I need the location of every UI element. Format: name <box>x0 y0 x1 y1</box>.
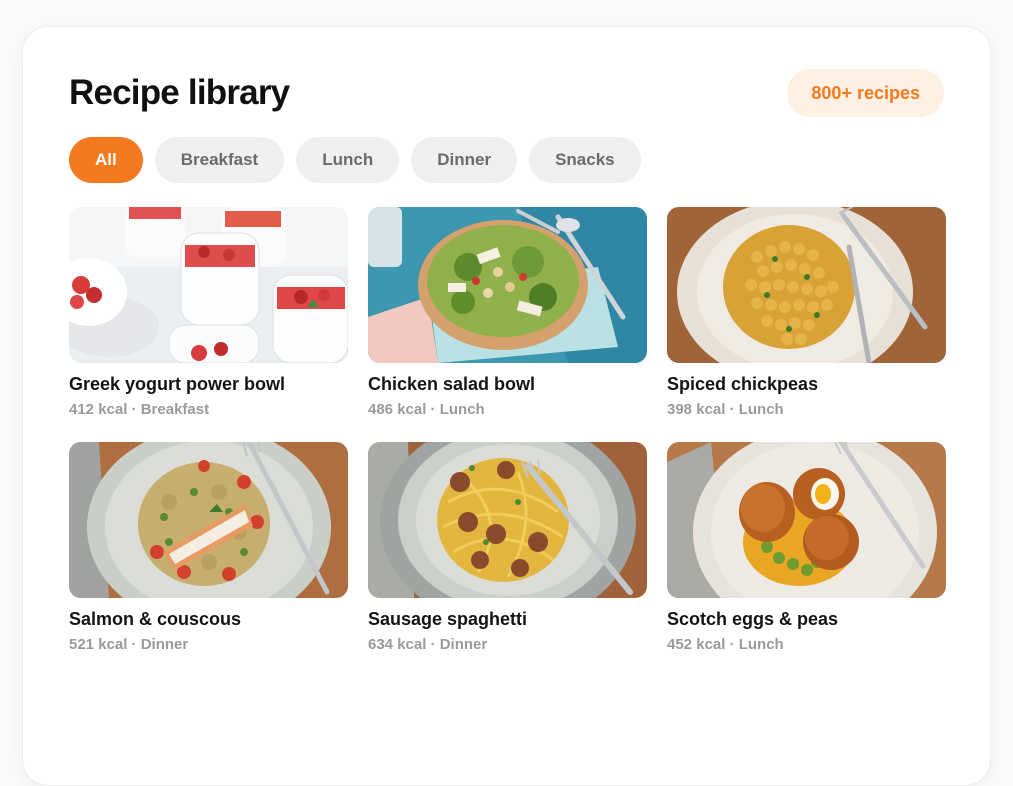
header: Recipe library 800+ recipes <box>69 69 944 117</box>
yogurt-parfait-photo <box>69 207 348 363</box>
chicken-salad-photo <box>368 207 647 363</box>
filter-chip-lunch[interactable]: Lunch <box>296 137 400 183</box>
recipe-name: Chicken salad bowl <box>368 374 536 394</box>
recipe-card[interactable]: Spiced chickpeas 398 kcal · Lunch <box>667 207 946 418</box>
scotch-eggs-photo <box>667 442 946 598</box>
recipe-name: Sausage spaghetti <box>368 609 528 629</box>
recipe-name: Salmon & couscous <box>69 609 242 629</box>
filter-chip-dinner[interactable]: Dinner <box>411 137 518 183</box>
recipe-library-card: Recipe library 800+ recipes All Breakfas… <box>22 26 991 786</box>
recipe-meta: 634 kcal · Dinner <box>368 636 488 653</box>
category-filter-chips: All Breakfast Lunch Dinner Snacks <box>69 137 641 183</box>
recipe-meta: 398 kcal · Lunch <box>667 401 784 418</box>
recipe-name: Greek yogurt power bowl <box>69 374 286 394</box>
recipe-name: Spiced chickpeas <box>667 374 819 394</box>
filter-chip-snacks[interactable]: Snacks <box>529 137 641 183</box>
page-title: Recipe library <box>69 73 290 112</box>
recipe-meta: 486 kcal · Lunch <box>368 401 485 418</box>
salmon-couscous-photo <box>69 442 348 598</box>
recipe-card[interactable]: Chicken salad bowl 486 kcal · Lunch <box>368 207 647 418</box>
chickpeas-photo <box>667 207 946 363</box>
recipe-name: Scotch eggs & peas <box>667 609 839 629</box>
recipe-meta: 412 kcal · Breakfast <box>69 401 210 418</box>
filter-chip-breakfast[interactable]: Breakfast <box>154 137 285 183</box>
recipe-grid: Greek yogurt power bowl 412 kcal · Break… <box>69 207 946 653</box>
recipe-card[interactable]: Salmon & couscous 521 kcal · Dinner <box>69 442 348 653</box>
sausage-spaghetti-photo <box>368 442 647 598</box>
recipe-card[interactable]: Scotch eggs & peas 452 kcal · Lunch <box>667 442 946 653</box>
recipe-meta: 521 kcal · Dinner <box>69 636 189 653</box>
recipe-meta: 452 kcal · Lunch <box>667 636 784 653</box>
recipe-card[interactable]: Sausage spaghetti 634 kcal · Dinner <box>368 442 647 653</box>
filter-chip-all[interactable]: All <box>69 137 143 183</box>
recipe-card[interactable]: Greek yogurt power bowl 412 kcal · Break… <box>69 207 348 418</box>
recipe-count-badge: 800+ recipes <box>787 69 944 117</box>
